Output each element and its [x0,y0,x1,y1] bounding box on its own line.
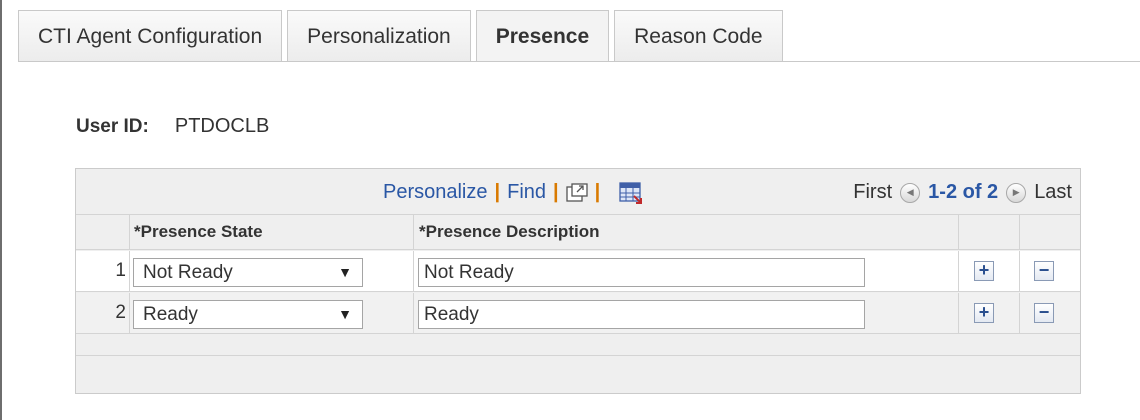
separator: | [494,181,501,203]
grid-navigation-bar: Personalize | Find | | First ◀ 1-2 of 2 … [76,169,1080,214]
download-spreadsheet-icon[interactable] [619,181,643,204]
column-divider [129,251,130,292]
presence-state-select[interactable]: Ready ▼ [133,300,363,329]
grid-tools: Personalize | Find | | [383,181,643,204]
grid-pager: First ◀ 1-2 of 2 ▶ Last [853,181,1072,204]
last-label: Last [1034,181,1072,203]
grid-header-row: *Presence State *Presence Description [76,214,1080,250]
presence-description-header: *Presence Description [419,222,600,241]
grid-footer [76,355,1080,393]
column-divider [958,251,959,292]
column-divider [1019,251,1020,292]
delete-row-button[interactable]: − [1034,261,1054,281]
table-row: 1 Not Ready ▼ Not Ready + − [76,251,1080,292]
dropdown-arrow-icon: ▼ [338,306,352,322]
column-divider [958,293,959,334]
next-arrow-icon[interactable]: ▶ [1006,182,1027,203]
column-divider [958,215,959,249]
personalize-link[interactable]: Personalize [383,181,488,204]
separator: | [553,181,559,203]
tab-presence[interactable]: Presence [475,10,610,62]
column-divider [129,293,130,334]
find-link[interactable]: Find [507,181,546,204]
first-label: First [853,181,893,203]
presence-state-select[interactable]: Not Ready ▼ [133,258,363,287]
column-divider [413,251,414,292]
row-number: 2 [115,302,126,323]
presence-description-input[interactable]: Not Ready [418,258,865,287]
tab-reason-code[interactable]: Reason Code [614,10,783,62]
presence-grid: Personalize | Find | | First ◀ 1-2 of 2 … [75,168,1081,394]
tab-divider [18,61,1140,62]
row-count: 1-2 of 2 [928,181,999,203]
separator: | [594,181,601,203]
dropdown-arrow-icon: ▼ [338,264,352,280]
view-all-icon[interactable] [565,182,588,203]
presence-state-value: Not Ready [143,262,233,283]
delete-row-button[interactable]: − [1034,303,1054,323]
table-row: 2 Ready ▼ Ready + − [76,293,1080,334]
column-divider [129,215,130,249]
column-divider [413,293,414,334]
user-id-value: PTDOCLB [174,115,270,137]
column-divider [1019,215,1020,249]
user-id-field: User ID: PTDOCLB [76,115,269,138]
add-row-button[interactable]: + [974,261,994,281]
previous-arrow-icon[interactable]: ◀ [900,182,921,203]
row-number: 1 [115,260,126,281]
column-divider [1019,293,1020,334]
window-frame-left [0,0,2,420]
user-id-label: User ID: [76,116,149,137]
presence-state-value: Ready [143,304,198,325]
presence-description-input[interactable]: Ready [418,300,865,329]
column-divider [413,215,414,249]
add-row-button[interactable]: + [974,303,994,323]
tab-personalization[interactable]: Personalization [287,10,471,62]
presence-state-header: *Presence State [134,222,263,241]
tab-cti-agent-configuration[interactable]: CTI Agent Configuration [18,10,283,62]
tab-bar: CTI Agent Configuration Personalization … [18,10,788,62]
